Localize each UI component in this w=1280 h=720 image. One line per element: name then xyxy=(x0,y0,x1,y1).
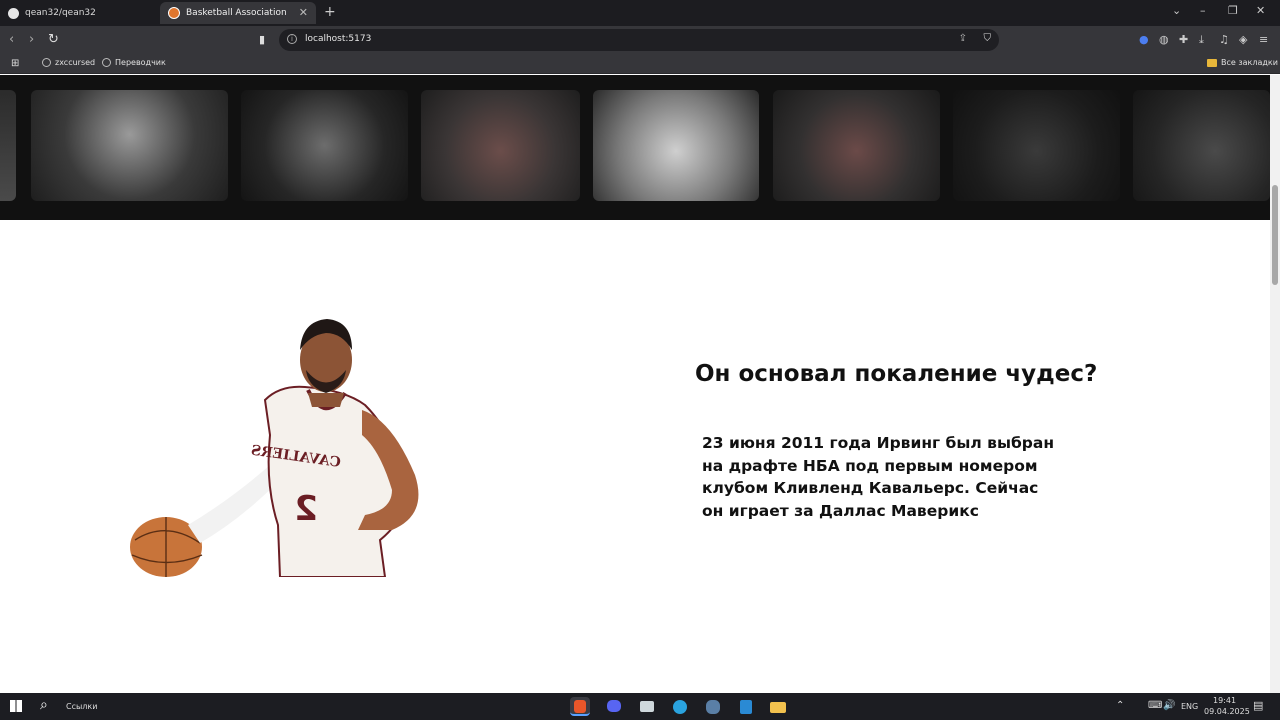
postgres-icon[interactable] xyxy=(703,697,723,716)
minimize-button[interactable]: – xyxy=(1200,4,1206,17)
telegram-icon[interactable] xyxy=(670,697,690,716)
download-icon[interactable]: ⤓ xyxy=(1199,32,1204,48)
clock-time[interactable]: 19:41 xyxy=(1213,696,1236,705)
vpn-icon[interactable]: ◍ xyxy=(1159,32,1169,48)
taskbar-search-label[interactable]: Ссылки xyxy=(66,702,97,711)
bookmarks-bar: ⊞ zxccursed Переводчик Все закладки xyxy=(0,54,1280,74)
volume-icon[interactable]: 🔊 xyxy=(1163,700,1175,711)
search-icon[interactable]: ⌕ xyxy=(40,697,48,713)
extension-icon[interactable]: ● xyxy=(1139,32,1149,48)
back-icon[interactable]: ‹ xyxy=(9,32,14,48)
gallery-photo[interactable] xyxy=(953,90,1120,201)
gallery-photo[interactable] xyxy=(421,90,580,201)
vscode-icon[interactable] xyxy=(736,697,756,716)
page-title: Он основал покаление чудес? xyxy=(695,361,1098,387)
gallery-photo[interactable] xyxy=(0,90,16,201)
wallet-icon[interactable]: ◈ xyxy=(1239,32,1247,48)
language-indicator[interactable]: ENG xyxy=(1181,702,1198,711)
puzzle-icon[interactable]: ✚ xyxy=(1179,32,1188,48)
github-icon xyxy=(8,7,19,19)
scrollbar-thumb[interactable] xyxy=(1272,185,1278,285)
app-icon[interactable] xyxy=(637,697,657,716)
player-image: CAVALIERS 2 xyxy=(130,319,419,577)
browser-window: qean32/qean32 Basketball Association ✕ +… xyxy=(0,0,1280,720)
all-bookmarks[interactable]: Все закладки xyxy=(1207,58,1278,67)
browser-toolbar: ‹ › ↻ ▮ i localhost:5173 ⇪ ⛉ ● ◍ ✚ ⤓ ♫ ◈… xyxy=(0,26,1280,54)
maximize-button[interactable]: ❐ xyxy=(1228,4,1238,17)
gallery-photo[interactable] xyxy=(241,90,408,201)
folder-icon xyxy=(1207,58,1217,67)
gallery-photo[interactable] xyxy=(31,90,228,201)
notification-icon[interactable]: ▤ xyxy=(1253,699,1263,712)
tab-github[interactable]: qean32/qean32 xyxy=(0,2,150,24)
page-content: CAVALIERS 2 Он основал покаление чудес? … xyxy=(0,75,1270,693)
brave-icon[interactable] xyxy=(570,697,590,716)
bookmark-zxccursed[interactable]: zxccursed xyxy=(42,58,95,67)
reload-icon[interactable]: ↻ xyxy=(48,32,59,48)
photo-gallery xyxy=(0,75,1270,220)
gallery-photo[interactable] xyxy=(593,90,759,201)
share-icon[interactable]: ⇪ xyxy=(959,33,967,44)
media-icon[interactable]: ♫ xyxy=(1219,32,1229,48)
network-icon[interactable]: ⌨ xyxy=(1148,700,1162,711)
tray-chevron-icon[interactable]: ⌃ xyxy=(1116,700,1124,711)
gallery-photo[interactable] xyxy=(773,90,940,201)
address-bar[interactable]: i localhost:5173 ⇪ ⛉ xyxy=(279,29,999,51)
description-text: 23 июня 2011 года Ирвинг был выбран на д… xyxy=(702,434,1055,520)
apps-icon[interactable]: ⊞ xyxy=(11,58,19,69)
gallery-photo[interactable] xyxy=(1133,90,1270,201)
close-window-button[interactable]: ✕ xyxy=(1256,4,1265,17)
new-tab-button[interactable]: + xyxy=(324,4,336,20)
menu-icon[interactable]: ≡ xyxy=(1259,32,1268,48)
tab-basketball[interactable]: Basketball Association ✕ xyxy=(160,2,316,24)
forward-icon[interactable]: › xyxy=(29,32,34,48)
shield-icon[interactable]: ⛉ xyxy=(984,33,992,44)
basketball-icon xyxy=(168,7,180,19)
windows-icon[interactable] xyxy=(10,700,22,712)
explorer-icon[interactable] xyxy=(768,697,788,716)
taskbar: ⌕ Ссылки ⌃ ⌨ 🔊 ENG 19:41 09.04.2025 ▤ xyxy=(0,693,1280,720)
bookmark-translator[interactable]: Переводчик xyxy=(102,58,166,67)
page-scrollbar[interactable] xyxy=(1270,75,1280,693)
svg-text:2: 2 xyxy=(294,489,318,529)
globe-icon xyxy=(42,58,51,67)
tab-list-icon[interactable]: ⌄ xyxy=(1172,4,1181,17)
site-info-icon[interactable]: i xyxy=(287,34,297,44)
bookmark-icon[interactable]: ▮ xyxy=(259,32,265,48)
url-text: localhost:5173 xyxy=(305,34,372,44)
close-icon[interactable]: ✕ xyxy=(299,6,308,19)
globe-icon xyxy=(102,58,111,67)
tab-label: qean32/qean32 xyxy=(25,8,96,18)
clock-date[interactable]: 09.04.2025 xyxy=(1204,707,1250,716)
tab-strip: qean32/qean32 Basketball Association ✕ +… xyxy=(0,0,1280,26)
tab-label: Basketball Association xyxy=(186,8,287,18)
discord-icon[interactable] xyxy=(604,697,624,716)
